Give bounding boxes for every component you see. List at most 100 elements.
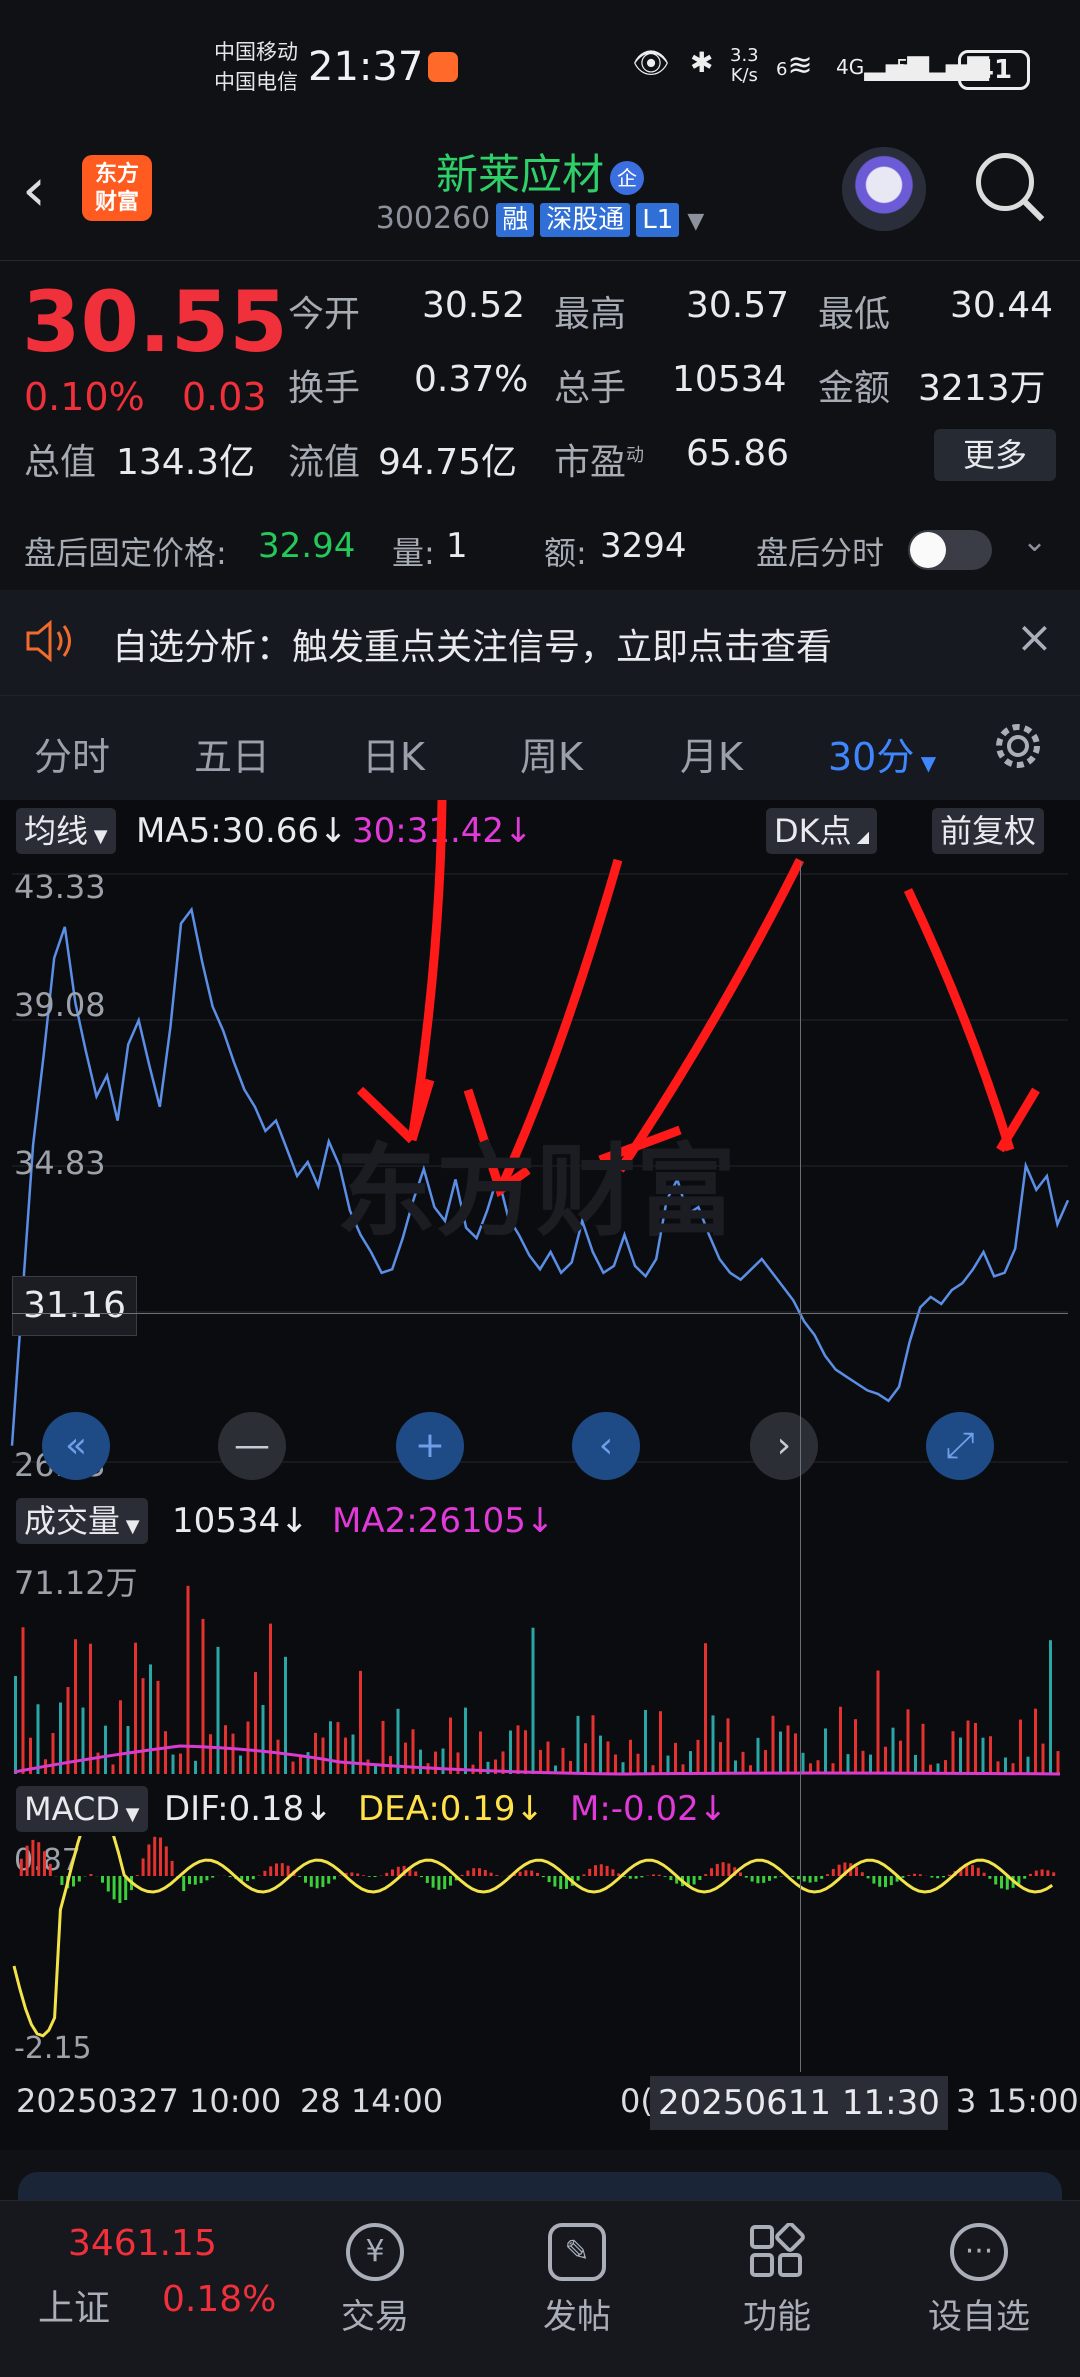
macd-chart[interactable]: 0.87 -2.15 (0, 1836, 1080, 2066)
tab-intraday[interactable]: 分时 (34, 726, 110, 781)
tab-daily[interactable]: 日K (362, 726, 425, 781)
prev-button[interactable]: ‹ (572, 1412, 640, 1480)
macd-bar (698, 1876, 701, 1880)
after-hours-bar: 盘后固定价格: 32.94 量: 1 额: 3294 盘后分时 ⌄ (0, 500, 1080, 590)
bluetooth-icon: ✱ (690, 46, 713, 79)
macd-bar (414, 1871, 417, 1876)
volume-bar (157, 1681, 160, 1774)
macd-bar (60, 1876, 63, 1885)
nav-post[interactable]: ✎ 发帖 (502, 2201, 652, 2338)
volume-bar (764, 1750, 767, 1774)
enterprise-badge: 企 (610, 161, 644, 195)
more-button[interactable]: 更多 (934, 429, 1056, 481)
macd-bar (269, 1866, 272, 1876)
macd-selector[interactable]: MACD ▼ (16, 1786, 148, 1832)
index-name[interactable]: 上证 (38, 2279, 110, 2331)
chevron-down-icon[interactable]: ⌄ (1022, 524, 1047, 559)
macd-bar (147, 1844, 150, 1876)
float-value: 94.75亿 (378, 433, 517, 485)
macd-bar (49, 1864, 52, 1876)
volume-bar (599, 1736, 602, 1774)
macd-bar (31, 1840, 34, 1876)
volume-bar (562, 1748, 565, 1774)
macd-bar (948, 1875, 951, 1876)
zoom-out-button[interactable]: — (218, 1412, 286, 1480)
macd-bar (745, 1876, 748, 1878)
macd-bar (426, 1876, 429, 1883)
volume-chart[interactable]: 71.12万 (0, 1548, 1080, 1778)
nav-trade[interactable]: ¥ 交易 (300, 2201, 450, 2338)
notice-banner[interactable]: 自选分析：触发重点关注信号，立即点击查看 × (0, 590, 1080, 695)
macd-bar (205, 1876, 208, 1880)
volume-selector[interactable]: 成交量 ▼ (16, 1498, 148, 1544)
macd-bar (490, 1873, 493, 1876)
macd-bar (443, 1876, 446, 1889)
volume-bar (299, 1755, 302, 1774)
macd-bar (669, 1876, 672, 1880)
volume-bar (959, 1738, 962, 1774)
index-change[interactable]: 0.18% (162, 2279, 276, 2320)
macd-bar (316, 1876, 319, 1888)
volume-bar (584, 1743, 587, 1774)
nav-add-watchlist[interactable]: ··· 设自选 (904, 2201, 1054, 2338)
next-button[interactable]: › (750, 1412, 818, 1480)
zoom-in-button[interactable]: + (396, 1412, 464, 1480)
turnover-value: 0.37% (414, 359, 528, 400)
macd-bar (194, 1876, 197, 1885)
volume-bar (989, 1736, 992, 1774)
macd-bar (432, 1876, 435, 1888)
macd-bar (78, 1876, 81, 1881)
fullscreen-button[interactable]: ⤢ (926, 1412, 994, 1480)
macd-bar (321, 1876, 324, 1887)
robot-assistant-icon[interactable] (842, 147, 926, 231)
rewind-button[interactable]: « (42, 1412, 110, 1480)
macd-bar (136, 1875, 139, 1876)
macd-bar (356, 1873, 359, 1876)
after-vol-value: 1 (446, 526, 468, 566)
volume-bar (982, 1738, 985, 1774)
wifi-icon: 6≋ (776, 48, 813, 83)
low-value: 30.44 (950, 285, 1053, 326)
macd-bar (118, 1876, 121, 1903)
volume-bar (292, 1762, 295, 1774)
macd-bar (582, 1874, 585, 1876)
macd-bar (391, 1869, 394, 1876)
volume-bar (82, 1708, 85, 1774)
nav-function[interactable]: 功能 (702, 2201, 852, 2338)
close-icon[interactable]: × (1016, 612, 1053, 663)
volume-bar (547, 1742, 550, 1774)
tab-weekly[interactable]: 周K (520, 726, 583, 781)
pe-dynamic-mark: 动 (626, 445, 644, 466)
volume-bar (877, 1671, 880, 1774)
tab-monthly[interactable]: 月K (680, 726, 743, 781)
nav-function-label: 功能 (702, 2289, 852, 2338)
macd-bar (304, 1876, 307, 1883)
macd-bar (362, 1875, 365, 1876)
macd-bar (182, 1876, 185, 1891)
macd-bar (252, 1876, 255, 1879)
last-price: 30.55 (22, 273, 288, 371)
volume-bar (727, 1718, 730, 1774)
macd-bar (1046, 1870, 1049, 1876)
macd-bar (484, 1870, 487, 1876)
volume-bar (202, 1619, 205, 1774)
tab-five-day[interactable]: 五日 (194, 726, 270, 781)
macd-bar (971, 1865, 974, 1876)
macd-bar (913, 1874, 916, 1876)
index-value[interactable]: 3461.15 (68, 2223, 217, 2264)
edit-icon: ✎ (548, 2223, 606, 2281)
carrier-1: 中国移动 (214, 38, 298, 66)
sgt-tag: 深股通 (540, 203, 630, 237)
volume-bar (344, 1738, 347, 1774)
macd-bar (536, 1873, 539, 1876)
macd-bar (43, 1851, 46, 1876)
tab-30min[interactable]: 30分 ▼ (828, 726, 936, 781)
net-speed-unit: K/s (730, 66, 759, 86)
macd-bar (814, 1876, 817, 1882)
volume-bar (127, 1726, 130, 1774)
macd-bar (791, 1876, 794, 1877)
cursor-time-label: 20250611 11:30 (650, 2076, 948, 2130)
macd-bar (171, 1861, 174, 1876)
settings-gear-icon[interactable] (990, 718, 1046, 774)
macd-bar (722, 1862, 725, 1876)
